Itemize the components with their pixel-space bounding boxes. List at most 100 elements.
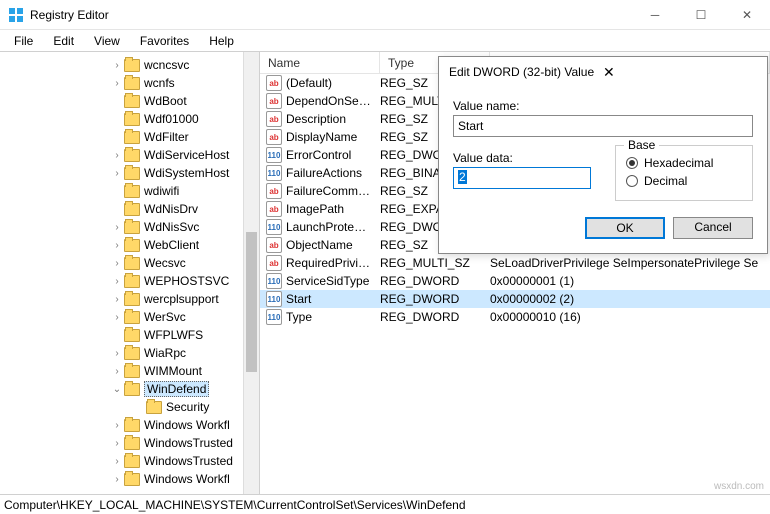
tree-item[interactable]: WdBoot xyxy=(0,92,243,110)
dialog-close-button[interactable]: ✕ xyxy=(603,64,757,81)
tree-item[interactable]: ›WindowsTrusted xyxy=(0,434,243,452)
menu-help[interactable]: Help xyxy=(201,32,242,50)
tree-item-label: Windows Workfl xyxy=(144,418,230,432)
chevron-icon[interactable]: › xyxy=(110,348,124,359)
chevron-icon[interactable]: › xyxy=(110,312,124,323)
tree-item[interactable]: › Windows Workfl xyxy=(0,416,243,434)
tree-item[interactable]: wdiwifi xyxy=(0,182,243,200)
status-bar: Computer\HKEY_LOCAL_MACHINE\SYSTEM\Curre… xyxy=(0,494,770,514)
chevron-icon[interactable]: › xyxy=(110,258,124,269)
tree-item[interactable]: › WdiServiceHost xyxy=(0,146,243,164)
tree-item[interactable]: ›WdiSystemHost xyxy=(0,164,243,182)
tree-item-label: wercplsupport xyxy=(144,292,219,306)
chevron-icon[interactable]: › xyxy=(110,294,124,305)
tree-item-label: WiaRpc xyxy=(144,346,186,360)
tree-item[interactable]: ›Wecsvc xyxy=(0,254,243,272)
cell-name: DependOnService xyxy=(286,94,380,108)
tree-item[interactable]: ›wcncsvc xyxy=(0,56,243,74)
value-data-input[interactable]: 2 xyxy=(453,167,591,189)
folder-icon xyxy=(146,401,162,414)
chevron-icon[interactable]: › xyxy=(110,456,124,467)
cell-name: ObjectName xyxy=(286,238,380,252)
cell-data: 0x00000002 (2) xyxy=(490,292,770,306)
chevron-icon[interactable]: › xyxy=(110,240,124,251)
folder-icon xyxy=(124,329,140,342)
maximize-button[interactable]: ☐ xyxy=(678,0,724,30)
radio-hexadecimal[interactable]: Hexadecimal xyxy=(626,156,742,170)
list-row[interactable]: 110TypeREG_DWORD0x00000010 (16) xyxy=(260,308,770,326)
tree-item[interactable]: ›WIMMount xyxy=(0,362,243,380)
chevron-icon[interactable]: › xyxy=(110,420,124,431)
string-value-icon: ab xyxy=(266,201,282,217)
chevron-icon[interactable]: › xyxy=(110,438,124,449)
tree-item[interactable]: › wercplsupport xyxy=(0,290,243,308)
tree-item-label: WdNisDrv xyxy=(144,202,198,216)
tree-item[interactable]: ›WEPHOSTSVC xyxy=(0,272,243,290)
tree-item[interactable]: › Windows Workfl xyxy=(0,470,243,488)
menu-favorites[interactable]: Favorites xyxy=(132,32,197,50)
tree-item[interactable]: Security xyxy=(0,398,243,416)
tree-item[interactable]: WFPLWFS xyxy=(0,326,243,344)
tree-item-label: WerSvc xyxy=(144,310,186,324)
tree-item-label: Windows Workfl xyxy=(144,472,230,486)
folder-icon xyxy=(124,95,140,108)
cancel-button[interactable]: Cancel xyxy=(673,217,753,239)
cell-name: ServiceSidType xyxy=(286,274,380,288)
folder-icon xyxy=(124,311,140,324)
list-row[interactable]: 110ServiceSidTypeREG_DWORD0x00000001 (1) xyxy=(260,272,770,290)
edit-dword-dialog: Edit DWORD (32-bit) Value ✕ Value name: … xyxy=(438,56,768,254)
tree-item[interactable]: › WerSvc xyxy=(0,308,243,326)
tree-item[interactable]: › WiaRpc xyxy=(0,344,243,362)
tree-item-label: WdFilter xyxy=(144,130,189,144)
chevron-icon[interactable]: › xyxy=(110,276,124,287)
chevron-icon[interactable]: ⌄ xyxy=(110,384,124,395)
folder-icon xyxy=(124,419,140,432)
dword-value-icon: 110 xyxy=(266,291,282,307)
folder-icon xyxy=(124,365,140,378)
close-button[interactable]: ✕ xyxy=(724,0,770,30)
folder-icon xyxy=(124,203,140,216)
tree-item-label: Security xyxy=(166,400,209,414)
value-name-input[interactable] xyxy=(453,115,753,137)
menu-view[interactable]: View xyxy=(86,32,128,50)
chevron-icon[interactable]: › xyxy=(110,366,124,377)
list-row[interactable]: abRequiredPrivile...REG_MULTI_SZSeLoadDr… xyxy=(260,254,770,272)
radio-decimal[interactable]: Decimal xyxy=(626,174,742,188)
menu-edit[interactable]: Edit xyxy=(45,32,82,50)
tree-item-label: WinDefend xyxy=(144,381,209,397)
tree-item[interactable]: ›WebClient xyxy=(0,236,243,254)
dialog-titlebar: Edit DWORD (32-bit) Value ✕ xyxy=(439,57,767,87)
scrollbar-thumb[interactable] xyxy=(246,232,257,372)
tree-item-label: WdiServiceHost xyxy=(144,148,229,162)
tree-item[interactable]: ⌄ WinDefend xyxy=(0,380,243,398)
chevron-icon[interactable]: › xyxy=(110,222,124,233)
tree-item[interactable]: WdNisDrv xyxy=(0,200,243,218)
cell-name: Start xyxy=(286,292,380,306)
cell-type: REG_DWORD xyxy=(380,310,490,324)
dialog-title: Edit DWORD (32-bit) Value xyxy=(449,65,603,79)
ok-button[interactable]: OK xyxy=(585,217,665,239)
chevron-icon[interactable]: › xyxy=(110,474,124,485)
dword-value-icon: 110 xyxy=(266,309,282,325)
menu-file[interactable]: File xyxy=(6,32,41,50)
tree-item[interactable]: ›WindowsTrusted xyxy=(0,452,243,470)
title-bar: Registry Editor ─ ☐ ✕ xyxy=(0,0,770,30)
folder-icon xyxy=(124,167,140,180)
tree-scrollbar[interactable] xyxy=(243,52,259,494)
column-name[interactable]: Name xyxy=(260,52,380,73)
tree-item-label: WdBoot xyxy=(144,94,187,108)
tree-item[interactable]: WdFilter xyxy=(0,128,243,146)
cell-name: ImagePath xyxy=(286,202,380,216)
tree-item[interactable]: ›wcnfs xyxy=(0,74,243,92)
chevron-icon[interactable]: › xyxy=(110,78,124,89)
folder-icon xyxy=(124,473,140,486)
list-row[interactable]: 110StartREG_DWORD0x00000002 (2) xyxy=(260,290,770,308)
chevron-icon[interactable]: › xyxy=(110,150,124,161)
minimize-button[interactable]: ─ xyxy=(632,0,678,30)
chevron-icon[interactable]: › xyxy=(110,168,124,179)
tree-item[interactable]: Wdf01000 xyxy=(0,110,243,128)
chevron-icon[interactable]: › xyxy=(110,60,124,71)
tree-list[interactable]: ›wcncsvc›wcnfsWdBootWdf01000WdFilter›Wdi… xyxy=(0,52,243,494)
tree-item[interactable]: ›WdNisSvc xyxy=(0,218,243,236)
string-value-icon: ab xyxy=(266,255,282,271)
